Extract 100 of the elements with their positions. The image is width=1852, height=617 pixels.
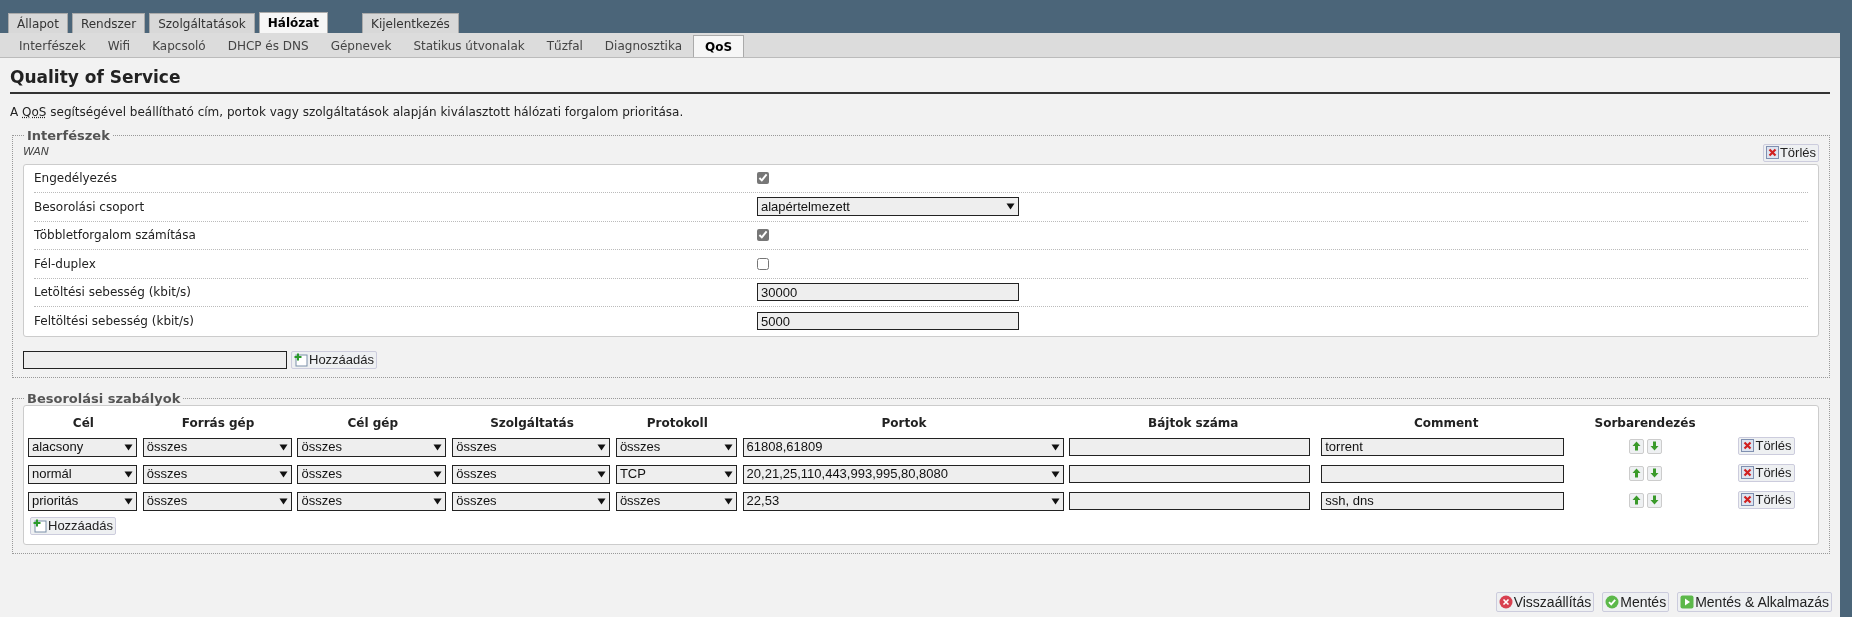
add-button[interactable]: Hozzáadás [291,350,378,369]
dropdown[interactable]: összes [452,464,611,484]
sub-tab[interactable]: Interfészek [8,35,97,57]
dropdown[interactable]: összes [452,491,611,511]
save-apply-button[interactable]: Mentés & Alkalmazás [1677,592,1832,612]
save-button[interactable]: Mentés [1602,592,1670,612]
delete-button[interactable]: Törlés [1762,143,1819,162]
caret-icon [723,497,733,505]
sub-tab[interactable]: Diagnosztika [593,35,694,57]
input-field[interactable] [1321,464,1565,483]
caret-icon [278,497,288,505]
reset-button[interactable]: Visszaállítás [1495,592,1595,612]
caret-icon [597,470,607,478]
play-icon [1680,595,1695,609]
dropdown[interactable]: prioritás [28,491,137,511]
column-header: Sorbarendezés [1593,414,1697,432]
column-header: Protokoll [645,414,709,432]
delete-icon [1741,493,1755,507]
caret-icon [597,443,607,451]
logout-tab[interactable]: Kijelentkezés [362,13,459,33]
name-field[interactable] [23,350,287,369]
sub-tab[interactable]: Gépnevek [319,35,403,57]
delete-button[interactable]: Törlés [1738,490,1795,509]
dropdown[interactable]: 22,53 [742,491,1064,511]
column-header: Szolgáltatás [489,414,575,432]
sub-tab[interactable]: QoS [693,35,745,57]
option-label: Engedélyezés [34,170,118,188]
delete-icon [1741,439,1755,453]
checkbox[interactable] [757,229,769,242]
sub-tab[interactable]: Tűzfal [535,35,594,57]
input-field[interactable] [1069,491,1311,510]
sub-tab[interactable]: DHCP és DNS [216,35,320,57]
checkbox[interactable] [757,257,769,270]
caret-icon [597,497,607,505]
dropdown[interactable]: normál [28,464,137,484]
option-label: Fél-duplex [34,255,97,273]
column-header: Bájtok száma [1147,414,1240,432]
delete-button[interactable]: Törlés [1738,436,1795,455]
dropdown[interactable]: összes [615,491,737,511]
dropdown[interactable]: összes [297,437,447,457]
input-field[interactable]: ssh, dns [1321,491,1565,510]
down-arrow-icon [1649,468,1659,478]
column-header: Cél [71,414,95,432]
nav-tab[interactable]: Szolgáltatások [149,13,255,33]
nav-tab[interactable]: Rendszer [71,13,146,33]
sub-tab[interactable]: Statikus útvonalak [402,35,536,57]
input-field[interactable]: torrent [1321,437,1565,456]
caret-icon [433,497,443,505]
option-label: Feltöltési sebesség (kbit/s) [34,313,196,331]
column-header: Comment [1412,414,1480,432]
add-button[interactable]: Hozzáadás [30,516,117,535]
caret-icon [278,470,288,478]
dropdown[interactable]: TCP [615,464,737,484]
option-label: Letöltési sebesség (kbit/s) [34,284,192,302]
caret-icon [124,470,133,478]
input-field[interactable]: 5000 [757,312,1019,331]
move-down-button[interactable] [1646,465,1662,481]
caret-icon [433,470,443,478]
caret-icon [1050,497,1060,505]
column-header: Cél gép [346,414,400,432]
dropdown[interactable]: alapértelmezett [757,197,1019,217]
down-arrow-icon [1649,441,1659,451]
caret-icon [1050,443,1060,451]
caret-icon [723,470,733,478]
dropdown[interactable]: összes [297,464,447,484]
section-legend: Besorolási szabályok [25,391,183,405]
move-down-button[interactable] [1646,492,1662,508]
nav-tab[interactable]: Hálózat [258,12,329,33]
move-up-button[interactable] [1628,492,1644,508]
delete-icon [1741,466,1755,480]
dropdown[interactable]: 20,21,25,110,443,993,995,80,8080 [742,464,1064,484]
input-field[interactable] [1069,464,1311,483]
down-arrow-icon [1649,495,1659,505]
option-label: Besorolási csoport [34,198,146,216]
dropdown[interactable]: alacsony [28,437,137,457]
interface-name: WAN [23,144,50,161]
checkbox[interactable] [757,172,769,185]
description-text: A QoS segítségével beállítható cím, portok vagy szolgáltatások alapján kiválasztott hálózati forgalom prioritása. [10,103,685,121]
dropdown[interactable]: összes [142,491,292,511]
caret-icon [124,443,133,451]
move-up-button[interactable] [1628,438,1644,454]
input-field[interactable] [1069,437,1311,456]
sub-tab[interactable]: Kapcsoló [141,35,217,57]
up-arrow-icon [1631,441,1641,451]
dropdown[interactable]: 61808,61809 [742,437,1064,457]
nav-tab[interactable]: Állapot [8,13,68,33]
dropdown[interactable]: összes [452,437,611,457]
dropdown[interactable]: összes [142,464,292,484]
delete-button[interactable]: Törlés [1738,463,1795,482]
input-field[interactable]: 30000 [757,283,1019,302]
up-arrow-icon [1631,495,1641,505]
dropdown[interactable]: összes [615,437,737,457]
move-down-button[interactable] [1646,438,1662,454]
move-up-button[interactable] [1628,465,1644,481]
caret-icon [1006,203,1015,211]
dropdown[interactable]: összes [142,437,292,457]
caret-icon [124,497,133,505]
dropdown[interactable]: összes [297,491,447,511]
sub-tab[interactable]: Wifi [96,35,142,57]
column-header: Forrás gép [180,414,256,432]
